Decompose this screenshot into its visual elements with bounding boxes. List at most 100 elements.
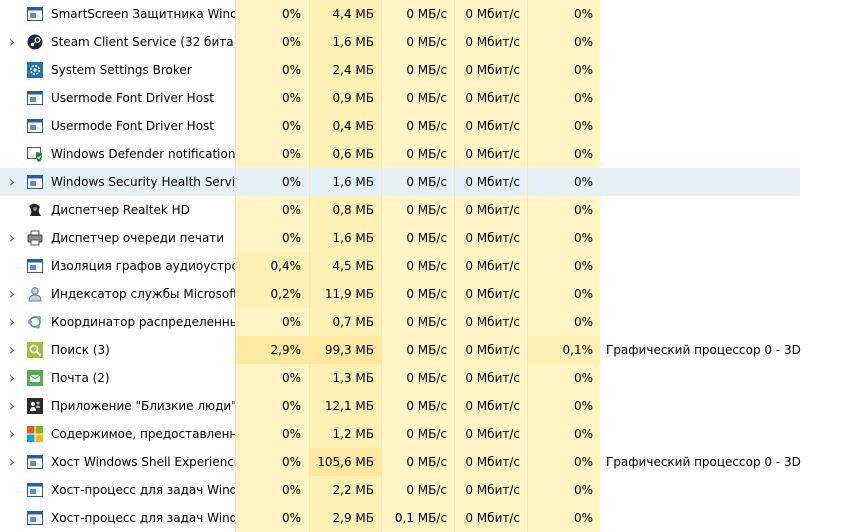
gpu-value: 0% [527,308,600,336]
process-name-cell[interactable]: Диспетчер Realtek HD [0,196,235,224]
gpu-value: 0% [527,392,600,420]
network-value: 0 Мбит/с [454,168,527,196]
process-row[interactable]: Usermode Font Driver Host 0% 0,9 МБ 0 МБ/с 0… [0,84,854,112]
process-row[interactable]: › Индексатор службы Microsoft... 0,2% 11,9 … [0,280,854,308]
gpu-value: 0% [527,0,600,28]
cpu-value: 2,9% [235,336,309,364]
cpu-value: 0,2% [235,280,309,308]
gpu-value: 0% [527,140,600,168]
expand-chevron-icon[interactable]: › [6,168,18,196]
process-name-cell[interactable]: › Приложение "Близкие люди" ... [0,392,235,420]
process-name-cell[interactable]: Usermode Font Driver Host [0,84,235,112]
process-name-cell[interactable]: Usermode Font Driver Host [0,112,235,140]
process-name-cell[interactable]: Изоляция графов аудиоустро... [0,252,235,280]
process-name-cell[interactable]: Хост-процесс для задач Wind... [0,504,235,532]
process-name: System Settings Broker [51,63,192,77]
cpu-value: 0,4% [235,252,309,280]
process-name-cell[interactable]: › Почта (2) [0,364,235,392]
memory-value: 99,3 МБ [309,336,381,364]
process-row[interactable]: Хост-процесс для задач Wind... 0% 2,9 МБ 0,… [0,504,854,532]
network-value: 0 Мбит/с [454,56,527,84]
network-value: 0 Мбит/с [454,280,527,308]
process-row[interactable]: › Почта (2) 0% 1,3 МБ 0 МБ/с 0 Мбит/с 0% [0,364,854,392]
window-app-icon [27,6,43,22]
disk-value: 0 МБ/с [381,392,454,420]
expand-chevron-icon[interactable]: › [6,336,18,364]
memory-value: 2,9 МБ [309,504,381,532]
cpu-value: 0% [235,84,309,112]
memory-value: 1,6 МБ [309,168,381,196]
process-name-cell[interactable]: › Steam Client Service (32 бита) [0,28,235,56]
gear-icon [27,62,43,78]
people-icon [27,398,43,414]
process-row[interactable]: SmartScreen Защитника Wind... 0% 4,4 МБ 0 М… [0,0,854,28]
process-name-cell[interactable]: System Settings Broker [0,56,235,84]
expand-chevron-icon[interactable]: › [6,28,18,56]
gpu-value: 0% [527,168,600,196]
disk-value: 0 МБ/с [381,168,454,196]
process-row[interactable]: › Диспетчер очереди печати 0% 1,6 МБ 0 МБ/с 0… [0,224,854,252]
mail-icon [27,370,43,386]
process-name-cell[interactable]: › Индексатор службы Microsoft... [0,280,235,308]
process-row[interactable]: Usermode Font Driver Host 0% 0,4 МБ 0 МБ/с 0… [0,112,854,140]
gpu-engine-value [600,0,854,28]
memory-value: 105,6 МБ [309,448,381,476]
gpu-value: 0,1% [527,336,600,364]
process-row[interactable]: Хост-процесс для задач Wind... 0% 2,2 МБ 0 … [0,476,854,504]
process-row[interactable]: Изоляция графов аудиоустро... 0,4% 4,5 МБ 0… [0,252,854,280]
process-name-cell[interactable]: › Хост Windows Shell Experience ... [0,448,235,476]
expand-chevron-icon[interactable]: › [6,420,18,448]
process-row[interactable]: ›Координатор распределенных...0%0,7 МБ0 … [0,308,854,336]
window-app-icon [27,90,43,106]
process-name-cell[interactable]: › Диспетчер очереди печати [0,224,235,252]
process-name-cell[interactable]: › Содержимое, предоставленно... [0,420,235,448]
network-value: 0 Мбит/с [454,252,527,280]
gpu-engine-value [600,280,854,308]
process-name-cell[interactable]: › Поиск (3) [0,336,235,364]
process-row[interactable]: › Приложение "Близкие люди" ... 0% 12,1 МБ 0… [0,392,854,420]
expand-chevron-icon[interactable]: › [6,448,18,476]
process-name: Почта (2) [51,371,110,385]
disk-value: 0 МБ/с [381,476,454,504]
gpu-value: 0% [527,224,600,252]
gpu-value: 0% [527,196,600,224]
gpu-engine-value: Графический процессор 0 - 3D [606,343,801,357]
window-app-icon [27,482,43,498]
disk-value: 0 МБ/с [381,252,454,280]
memory-value: 12,1 МБ [309,392,381,420]
process-name-cell[interactable]: › Windows Security Health Service [0,168,235,196]
expand-chevron-icon[interactable]: › [6,392,18,420]
steam-icon [27,34,43,50]
network-value: 0 Мбит/с [454,84,527,112]
process-name: Windows Defender notification ... [51,147,235,161]
process-name-cell[interactable]: › Координатор распределенных... [0,308,235,336]
process-row[interactable]: Диспетчер Realtek HD 0% 0,8 МБ 0 МБ/с 0 Мбит… [0,196,854,224]
memory-value: 1,2 МБ [309,420,381,448]
cpu-value: 0% [235,112,309,140]
memory-value: 0,4 МБ [309,112,381,140]
process-row[interactable]: System Settings Broker 0% 2,4 МБ 0 МБ/с 0 Мб… [0,56,854,84]
gpu-value: 0% [527,420,600,448]
expand-chevron-icon[interactable]: › [6,364,18,392]
window-app-icon [27,258,43,274]
process-name: Поиск (3) [51,343,110,357]
process-row[interactable]: ›Хост Windows Shell Experience ...0%105,… [0,448,854,476]
process-row[interactable]: › Windows Security Health Service 0% 1,6 МБ… [0,168,854,196]
process-row[interactable]: Windows Defender notification ... 0% 0,6 М… [0,140,854,168]
memory-value: 0,7 МБ [309,308,381,336]
process-row[interactable]: › Поиск (3) 2,9% 99,3 МБ 0 МБ/с 0 Мбит/с 0,1% Г… [0,336,854,364]
cpu-value: 0% [235,308,309,336]
process-row[interactable]: ›Содержимое, предоставленно...0%1,2 МБ0 … [0,420,854,448]
window-app-icon [27,174,43,190]
process-name-cell[interactable]: SmartScreen Защитника Wind... [0,0,235,28]
expand-chevron-icon[interactable]: › [6,308,18,336]
expand-chevron-icon[interactable]: › [6,224,18,252]
process-name-cell[interactable]: Windows Defender notification ... [0,140,235,168]
memory-value: 2,4 МБ [309,56,381,84]
printer-icon [27,230,43,246]
process-row[interactable]: › Steam Client Service (32 бита) 0% 1,6 МБ 0… [0,28,854,56]
expand-chevron-icon[interactable]: › [6,280,18,308]
memory-value: 0,6 МБ [309,140,381,168]
disk-value: 0 МБ/с [381,84,454,112]
process-name-cell[interactable]: Хост-процесс для задач Wind... [0,476,235,504]
